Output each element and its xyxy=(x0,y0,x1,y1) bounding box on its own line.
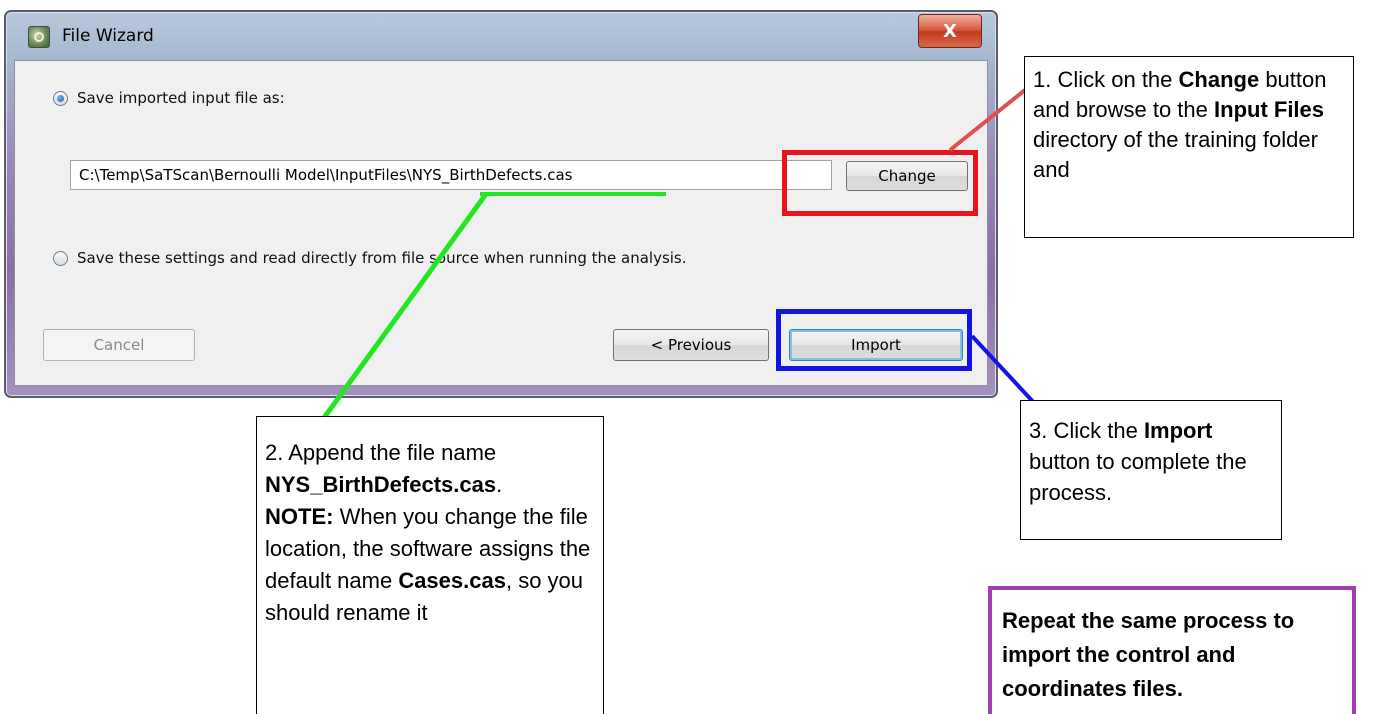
step1-change-bold: Change xyxy=(1178,67,1260,92)
step1-input-files-bold: Input Files xyxy=(1214,97,1325,122)
step3-text: 3. Click the xyxy=(1029,418,1144,443)
step1-text: 1. Click on the xyxy=(1033,67,1179,92)
step2-text: 2. Append the file name xyxy=(265,440,497,465)
step3-callout: 3. Click the Import button to complete t… xyxy=(1020,400,1282,540)
repeat-text: Repeat the same process to import the co… xyxy=(1002,608,1295,701)
step2-filename-bold: NYS_BirthDefects.cas xyxy=(265,472,497,497)
repeat-callout: Repeat the same process to import the co… xyxy=(988,586,1356,714)
step3-text-2: button to complete the process. xyxy=(1029,449,1247,505)
step1-text-3: directory of the training folder and xyxy=(1033,127,1318,182)
step2-cases-bold: Cases.cas xyxy=(398,568,506,593)
path-leader-line xyxy=(305,192,489,442)
step2-period: . xyxy=(496,472,503,497)
step2-callout: 2. Append the file name NYS_BirthDefects… xyxy=(256,416,604,714)
change-leader-line xyxy=(948,84,1032,152)
step1-callout: 1. Click on the Change button and browse… xyxy=(1024,56,1354,238)
step2-note-bold: NOTE: xyxy=(265,504,334,529)
step3-import-bold: Import xyxy=(1143,418,1213,443)
